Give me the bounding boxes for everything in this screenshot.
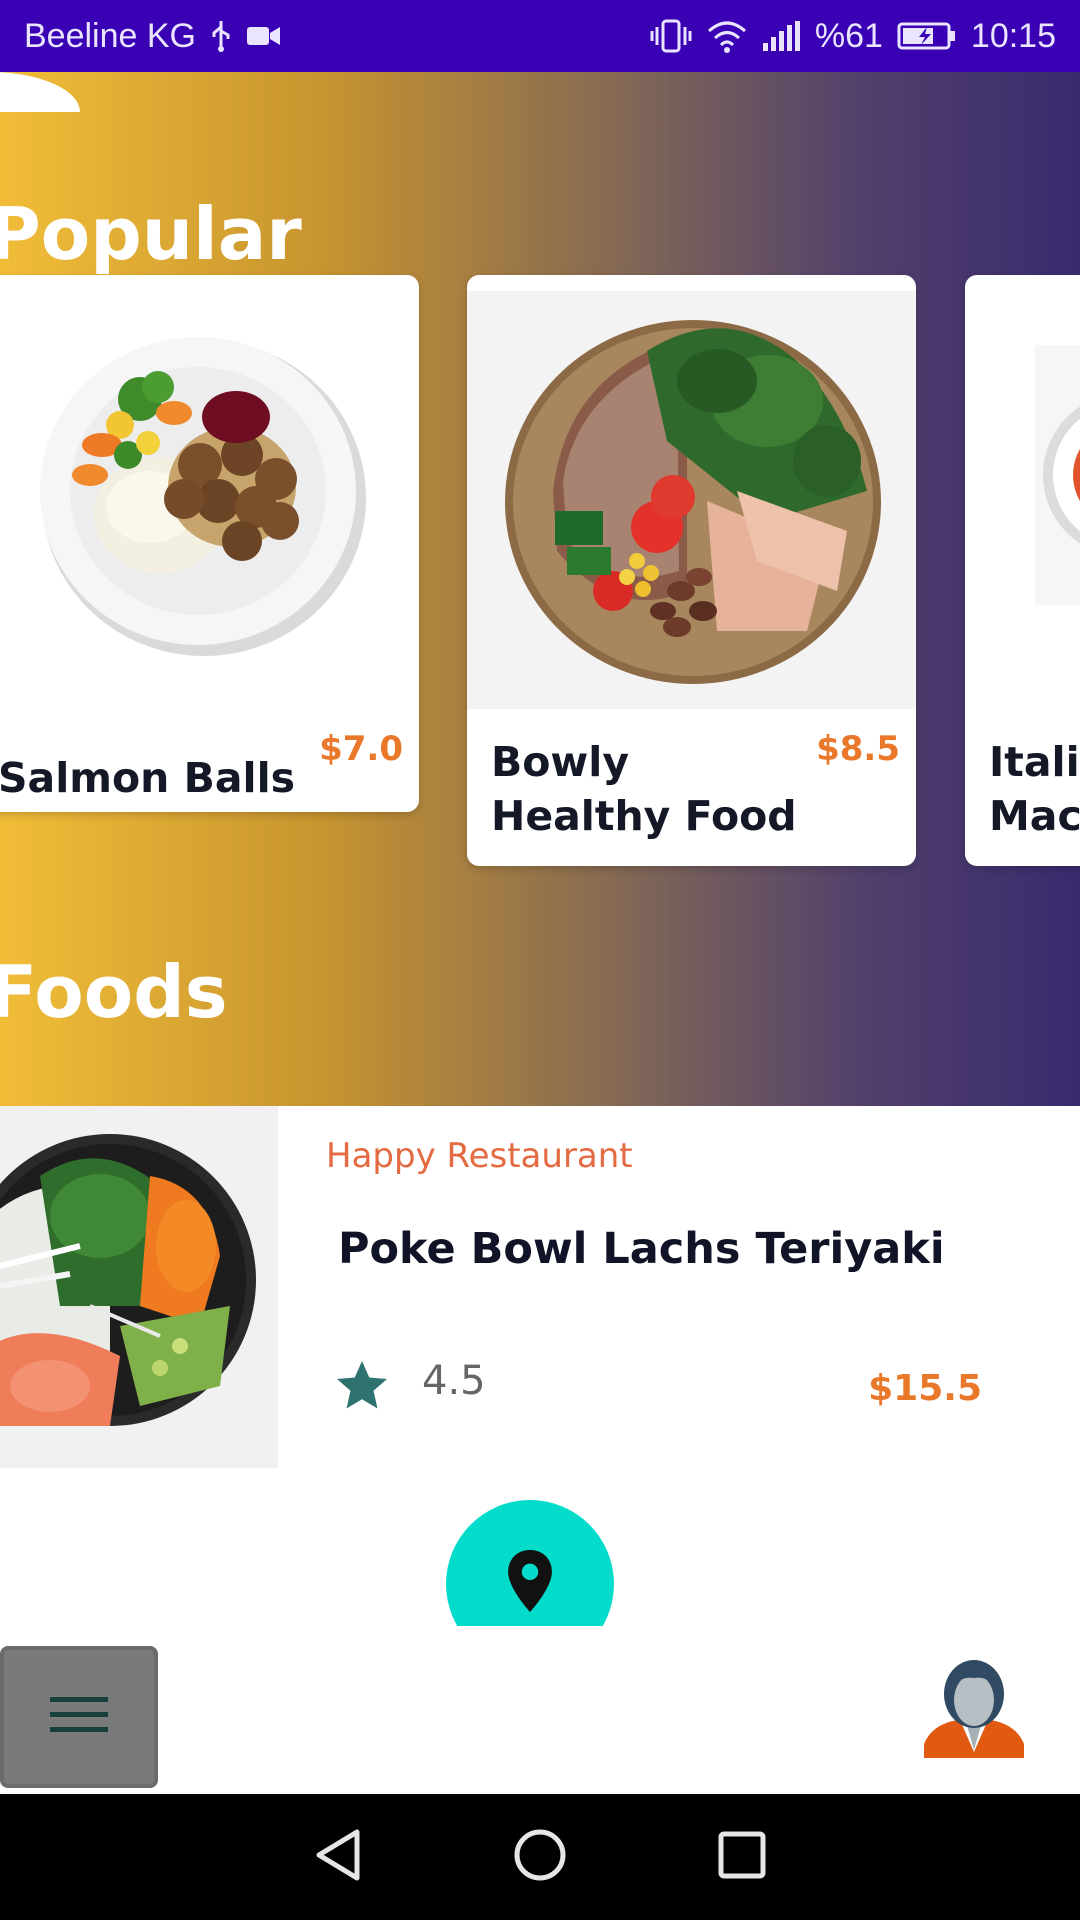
card-name-line-1: Bowly — [491, 738, 630, 786]
card-name: Italia Mac — [989, 735, 1080, 843]
star-icon — [330, 1356, 394, 1416]
foods-section-title: Foods — [0, 950, 228, 1034]
hero-curve-decoration — [0, 72, 80, 112]
popular-card-bowly-healthy-food[interactable]: Bowly Healthy Food $8.5 — [467, 275, 916, 866]
vibrate-icon — [649, 19, 693, 53]
food-title: Poke Bowl Lachs Teriyaki — [338, 1224, 945, 1274]
video-icon — [246, 24, 282, 48]
bottom-app-bar — [0, 1626, 1080, 1794]
food-image — [965, 275, 1080, 709]
popular-card-italian-mac[interactable]: Italia Mac — [965, 275, 1080, 866]
food-image — [467, 291, 916, 709]
hamburger-menu-icon — [50, 1695, 108, 1740]
wifi-icon — [707, 19, 747, 53]
usb-icon — [210, 19, 232, 53]
carrier-name: Beeline KG — [24, 16, 196, 55]
food-list-item[interactable]: Happy Restaurant Poke Bowl Lachs Teriyak… — [0, 1106, 1080, 1468]
location-pin-icon — [508, 1550, 552, 1626]
back-icon[interactable] — [313, 1828, 363, 1887]
menu-button[interactable] — [0, 1646, 158, 1788]
home-icon[interactable] — [513, 1828, 567, 1887]
system-navigation-bar — [0, 1794, 1080, 1920]
card-name-line-2: Mac — [989, 792, 1080, 840]
clock: 10:15 — [970, 16, 1056, 55]
food-price: $15.5 — [868, 1368, 982, 1409]
recents-icon[interactable] — [717, 1830, 767, 1885]
rating-value: 4.5 — [422, 1358, 486, 1404]
status-left: Beeline KG — [24, 17, 282, 56]
card-price: $8.5 — [816, 729, 900, 769]
popular-section-title: Popular — [0, 192, 302, 276]
card-price: $7.0 — [319, 729, 403, 769]
food-thumbnail — [0, 1106, 278, 1468]
restaurant-name: Happy Restaurant — [326, 1136, 633, 1176]
status-right: %61 10:15 — [649, 17, 1056, 56]
hero-section: Popular Salmon Balls $7.0 Bowly Healthy … — [0, 72, 1080, 1106]
popular-card-salmon-balls[interactable]: Salmon Balls $7.0 — [0, 275, 419, 812]
card-name-line-1: Italia — [989, 738, 1080, 786]
card-name: Bowly Healthy Food — [491, 735, 797, 843]
fab-container — [440, 1496, 620, 1626]
signal-icon — [761, 21, 801, 51]
food-image — [0, 275, 419, 709]
status-bar: Beeline KG %61 10:15 — [0, 0, 1080, 72]
battery-percent: %61 — [814, 16, 883, 55]
battery-charging-icon — [897, 21, 957, 51]
user-avatar-icon[interactable] — [924, 1658, 1024, 1758]
location-fab-button[interactable] — [446, 1500, 614, 1626]
card-name: Salmon Balls — [0, 754, 296, 802]
card-name-line-2: Healthy Food — [491, 792, 797, 840]
